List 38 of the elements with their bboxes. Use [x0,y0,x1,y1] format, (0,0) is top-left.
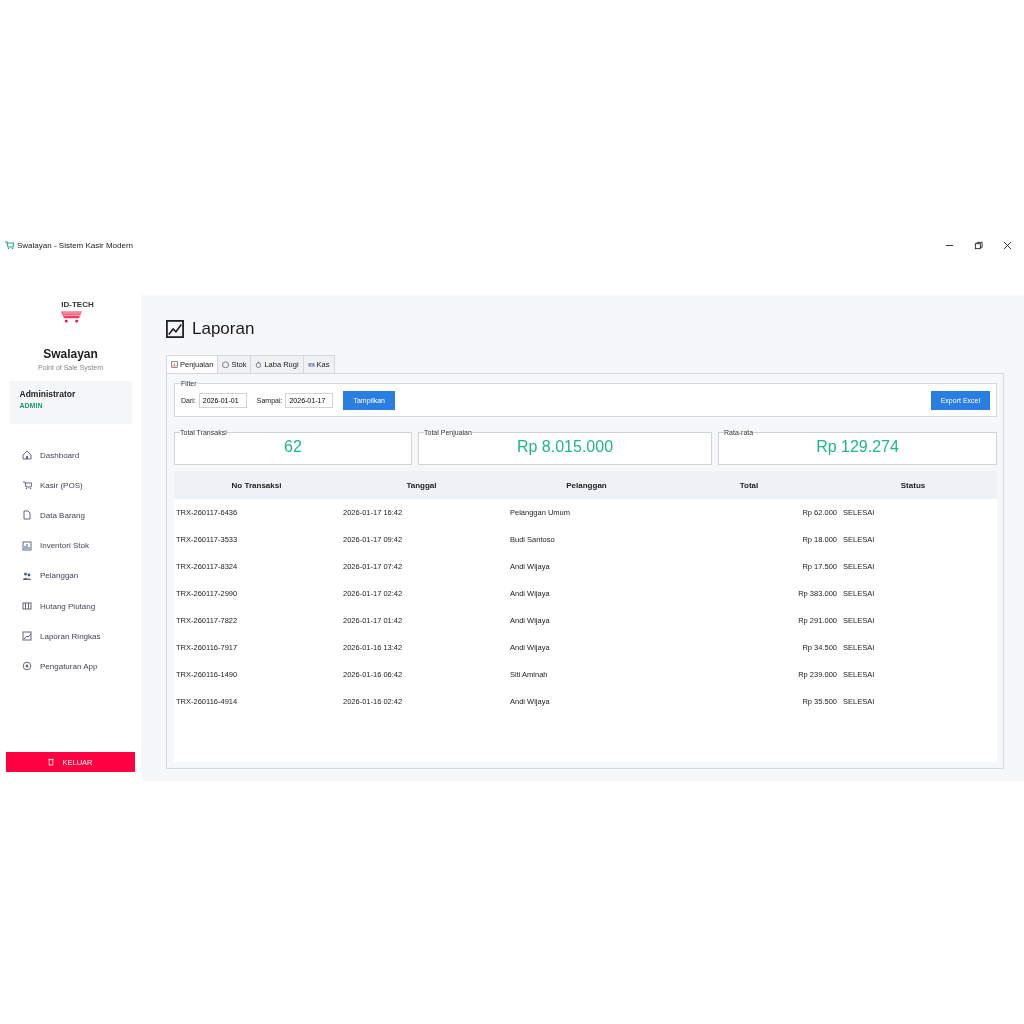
user-name: Administrator [19,389,77,399]
cart-icon [4,240,14,250]
sidebar-item[interactable]: Dashboard [0,440,141,471]
money-bag-icon [255,361,263,368]
sidebar-item[interactable]: Kasir (POS) [0,470,141,501]
cash-icon [307,361,315,368]
restore-icon[interactable] [974,240,983,250]
column-header: Tanggal [405,480,438,490]
card-value: Rp 8.015.000 [515,438,615,456]
line-chart-icon [166,320,184,338]
app-name: Swalayan [43,347,98,361]
logo-text: ID-TECH [61,300,94,309]
column-header: Total [738,480,760,490]
sidebar-item[interactable]: Inventori Stok [0,530,141,561]
box-icon [222,361,230,368]
cart-icon [22,480,32,491]
people-icon [22,570,32,581]
page-title: Laporan [192,319,255,339]
column-header: Status [899,480,927,490]
window-title: Swalayan - Sistem Kasir Modern [17,240,134,250]
bar-chart-icon [171,361,178,368]
column-header: Pelanggan [565,480,608,490]
house-icon [22,450,32,461]
close-icon[interactable] [1003,240,1012,250]
sidebar-item[interactable]: Data Barang [0,500,141,531]
bar-chart-icon [22,540,32,551]
trash-icon [48,758,55,766]
card-value: 62 [283,438,303,456]
column-header: No Transaksi [230,480,283,490]
sidebar-item[interactable]: Pelanggan [0,560,141,591]
sidebar-item[interactable]: Laporan Ringkas [0,621,141,652]
settings-icon [22,661,32,672]
document-icon [22,510,32,521]
ledger-icon [22,601,32,612]
sidebar-item[interactable]: Pengaturan App [0,651,141,682]
sidebar-item[interactable]: Hutang Piutang [0,590,141,622]
line-chart-icon [22,631,32,642]
card-value: Rp 129.274 [815,438,900,456]
